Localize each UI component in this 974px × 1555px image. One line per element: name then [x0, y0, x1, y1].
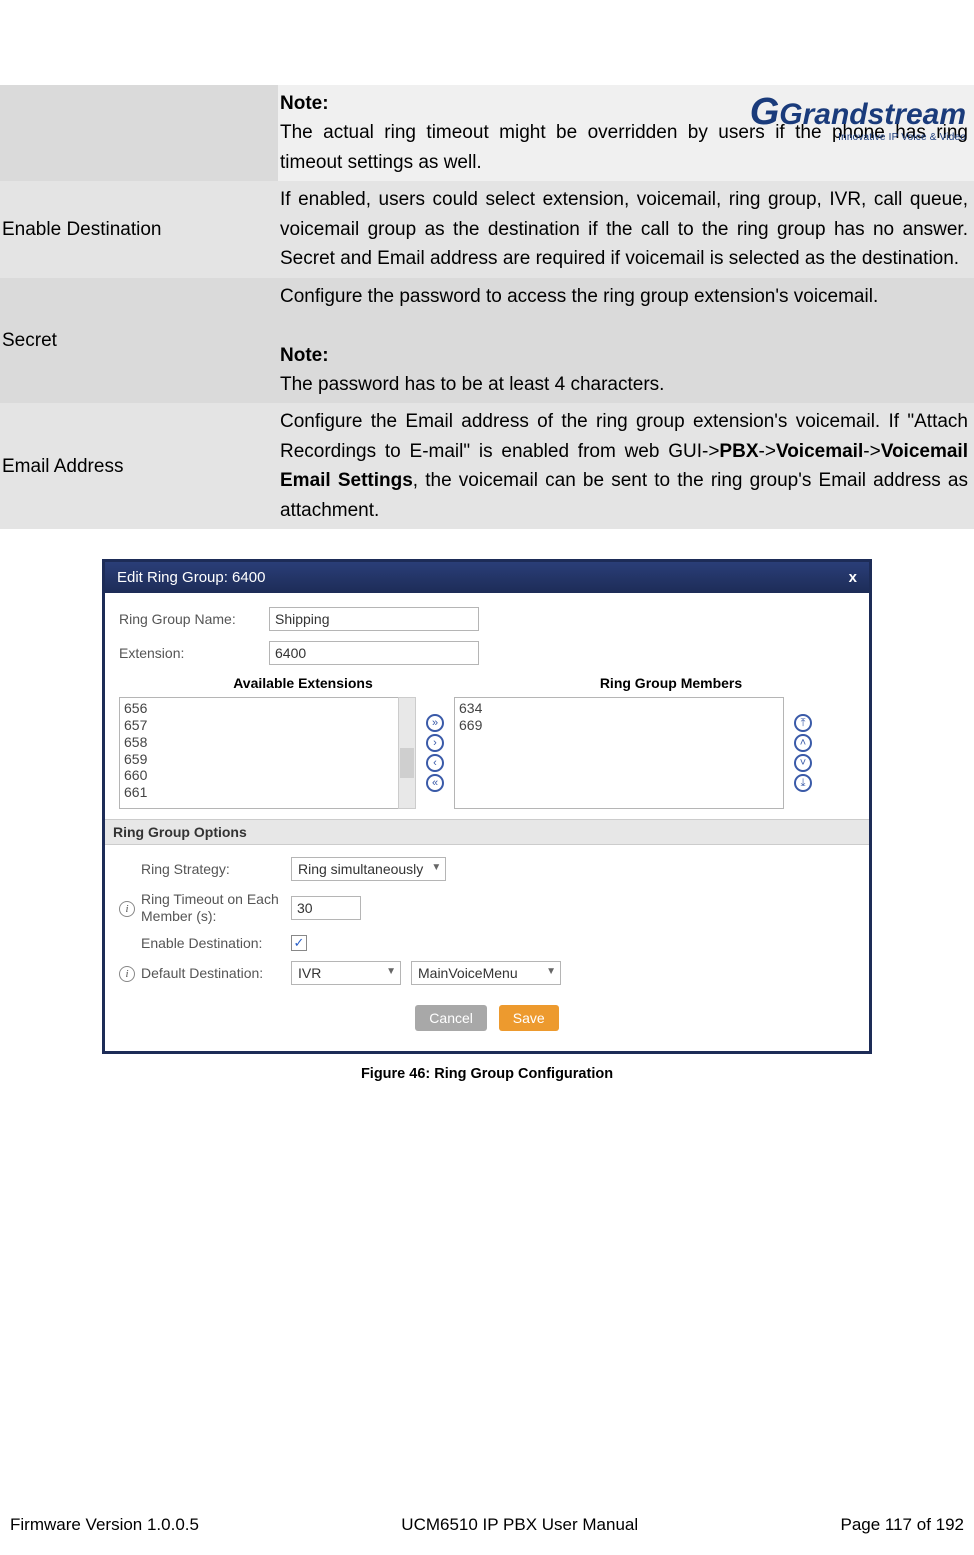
row-label-secret: Secret: [0, 278, 278, 404]
checkbox-enable-destination[interactable]: ✓: [291, 935, 307, 951]
move-all-left-icon[interactable]: «: [426, 774, 444, 792]
cancel-button[interactable]: Cancel: [415, 1005, 487, 1031]
info-icon[interactable]: i: [119, 901, 135, 917]
listbox-members[interactable]: 634 669: [454, 697, 784, 809]
label-extension: Extension:: [119, 645, 269, 661]
select-ring-strategy[interactable]: Ring simultaneously: [291, 857, 446, 881]
page-footer: Firmware Version 1.0.0.5 UCM6510 IP PBX …: [0, 1515, 974, 1535]
header-available-extensions: Available Extensions: [119, 675, 487, 691]
info-icon[interactable]: i: [119, 966, 135, 982]
footer-page-number: Page 117 of 192: [840, 1515, 964, 1535]
row-label-enable-destination: Enable Destination: [0, 181, 278, 277]
note-label: Note:: [280, 93, 329, 114]
email-sep2: ->: [863, 441, 880, 462]
move-top-icon[interactable]: ⤒: [794, 714, 812, 732]
input-extension[interactable]: 6400: [269, 641, 479, 665]
label-enable-destination: Enable Destination:: [141, 935, 291, 951]
move-down-icon[interactable]: ˅: [794, 754, 812, 772]
move-right-icon[interactable]: ›: [426, 734, 444, 752]
settings-definition-table: Note: The actual ring timeout might be o…: [0, 85, 974, 529]
header-ring-group-members: Ring Group Members: [487, 675, 855, 691]
close-icon[interactable]: x: [849, 569, 857, 586]
move-all-right-icon[interactable]: »: [426, 714, 444, 732]
list-item[interactable]: 657: [124, 717, 394, 734]
figure-dialog: Edit Ring Group: 6400 x Ring Group Name:…: [102, 559, 872, 1054]
list-item[interactable]: 656: [124, 700, 394, 717]
brand-logo-block: GGrandstream Innovative IP Voice & Video: [750, 91, 966, 143]
email-b2: Voicemail: [776, 441, 863, 462]
dialog-title: Edit Ring Group: 6400: [117, 569, 265, 586]
select-dest-target[interactable]: MainVoiceMenu: [411, 961, 561, 985]
list-item[interactable]: 661: [124, 784, 394, 801]
list-item[interactable]: 660: [124, 767, 394, 784]
list-item[interactable]: 658: [124, 734, 394, 751]
listbox-available[interactable]: 656 657 658 659 660 661: [119, 697, 399, 809]
move-up-icon[interactable]: ˄: [794, 734, 812, 752]
section-ring-group-options: Ring Group Options: [105, 819, 869, 845]
secret-text: Configure the password to access the rin…: [280, 282, 968, 311]
move-bottom-icon[interactable]: ⤓: [794, 774, 812, 792]
email-sep1: ->: [759, 441, 776, 462]
list-item[interactable]: 669: [459, 717, 779, 734]
label-ring-strategy: Ring Strategy:: [141, 861, 291, 877]
label-ring-timeout: Ring Timeout on Each Member (s):: [141, 891, 291, 925]
label-default-destination: Default Destination:: [141, 965, 291, 981]
brand-logo: GGrandstream: [750, 91, 966, 134]
footer-manual-title: UCM6510 IP PBX User Manual: [401, 1515, 638, 1535]
row-desc-enable-destination: If enabled, users could select extension…: [278, 181, 974, 277]
scroll-thumb[interactable]: [400, 748, 414, 778]
dialog-title-bar: Edit Ring Group: 6400 x: [105, 562, 869, 593]
figure-caption: Figure 46: Ring Group Configuration: [0, 1066, 974, 1082]
secret-note-label: Note:: [280, 345, 329, 366]
row-label-email: Email Address: [0, 403, 278, 529]
enable-destination-text: If enabled, users could select extension…: [280, 185, 968, 273]
move-left-icon[interactable]: ‹: [426, 754, 444, 772]
select-dest-type[interactable]: IVR: [291, 961, 401, 985]
input-ring-timeout[interactable]: 30: [291, 896, 361, 920]
list-item[interactable]: 634: [459, 700, 779, 717]
row-desc-secret: Configure the password to access the rin…: [278, 278, 974, 404]
save-button[interactable]: Save: [499, 1005, 559, 1031]
brand-name: Grandstream: [779, 98, 966, 131]
label-ring-group-name: Ring Group Name:: [119, 611, 269, 627]
scrollbar[interactable]: [398, 697, 416, 809]
row-desc-email: Configure the Email address of the ring …: [278, 403, 974, 529]
list-item[interactable]: 659: [124, 751, 394, 768]
dialog-body: Ring Group Name: Shipping Extension: 640…: [105, 593, 869, 1051]
input-ring-group-name[interactable]: Shipping: [269, 607, 479, 631]
row-label-empty: [0, 85, 278, 181]
footer-firmware: Firmware Version 1.0.0.5: [10, 1515, 199, 1535]
secret-note-text: The password has to be at least 4 charac…: [280, 370, 968, 399]
email-b1: PBX: [719, 441, 758, 462]
